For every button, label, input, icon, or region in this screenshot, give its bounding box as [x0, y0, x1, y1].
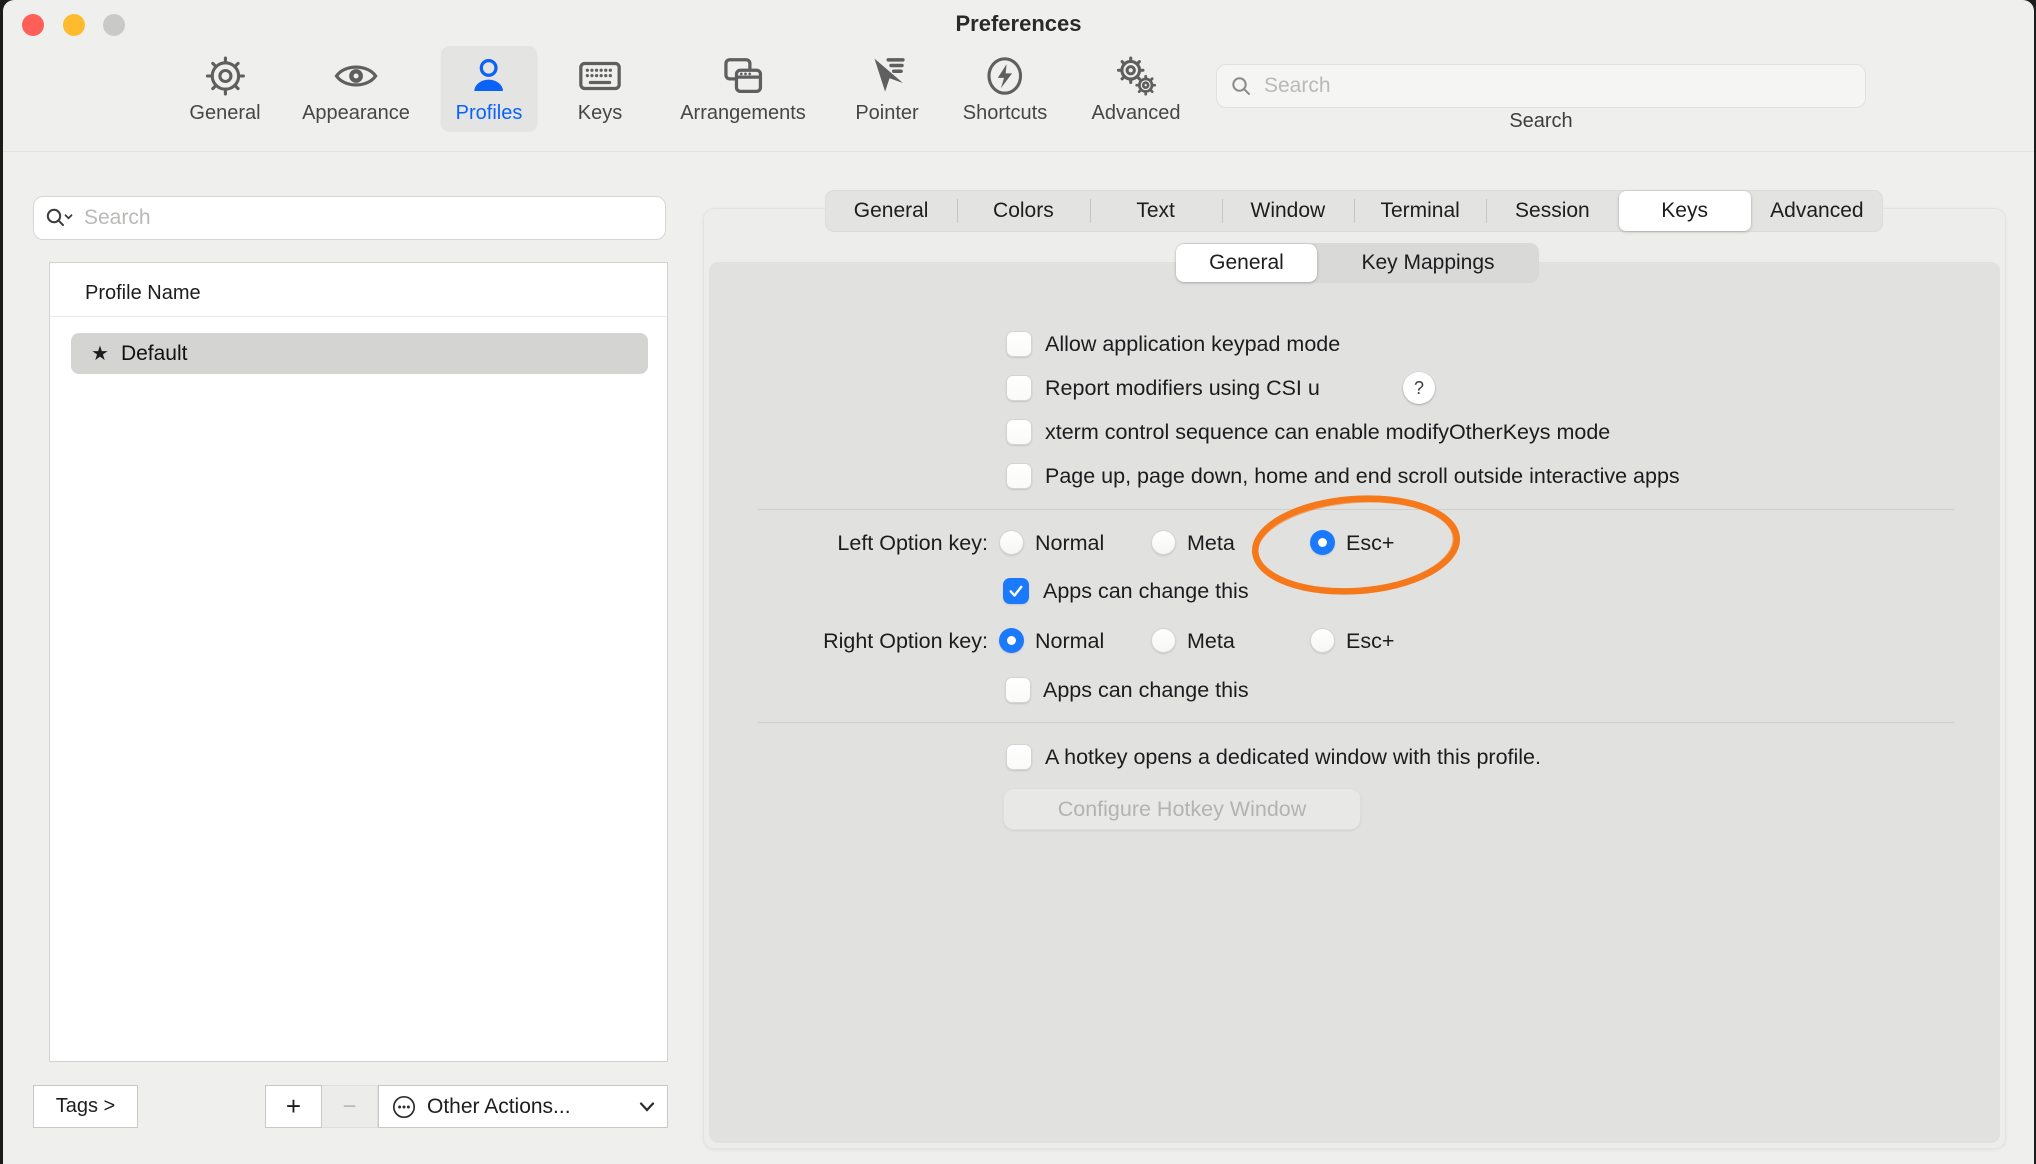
toolbar-label: Advanced — [1092, 102, 1181, 125]
radio-label: Meta — [1187, 531, 1235, 556]
left-option-normal-radio[interactable] — [999, 530, 1024, 555]
person-icon — [466, 53, 512, 99]
tab-keys[interactable]: Keys — [1619, 191, 1751, 231]
toolbar-label: Pointer — [855, 102, 918, 125]
radio-label: Esc+ — [1346, 629, 1394, 654]
search-icon — [1229, 74, 1253, 98]
minus-icon: − — [342, 1093, 356, 1121]
toolbar-item-profiles[interactable]: Profiles — [441, 46, 538, 132]
subtab-general[interactable]: General — [1176, 244, 1317, 282]
toolbar-item-arrangements[interactable]: Arrangements — [665, 46, 821, 132]
checkbox-label: Page up, page down, home and end scroll … — [1045, 464, 1680, 489]
gear-icon — [202, 53, 248, 99]
checkbox-label: Report modifiers using CSI u — [1045, 376, 1320, 401]
checkbox-label: Apps can change this — [1043, 579, 1249, 604]
hotkey-window-checkbox[interactable] — [1006, 744, 1032, 770]
toolbar-search-input[interactable] — [1262, 73, 1853, 99]
toolbar-label: General — [189, 102, 260, 125]
add-profile-button[interactable]: + — [265, 1085, 322, 1128]
checkbox-csi-u[interactable] — [1006, 375, 1032, 401]
toolbar-item-shortcuts[interactable]: Shortcuts — [948, 46, 1062, 132]
checkbox-page-scroll[interactable] — [1006, 463, 1032, 489]
tab-colors[interactable]: Colors — [957, 190, 1089, 232]
section-divider — [758, 509, 1954, 510]
toolbar-label: Keys — [578, 102, 622, 125]
right-option-normal-radio[interactable] — [999, 628, 1024, 653]
tab-session[interactable]: Session — [1486, 190, 1618, 232]
right-option-key-label: Right Option key: — [703, 629, 988, 654]
help-button[interactable]: ? — [1403, 372, 1435, 404]
search-scope-icon — [44, 206, 74, 230]
add-remove-group: + − — [265, 1085, 378, 1128]
left-option-key-label: Left Option key: — [703, 531, 988, 556]
toolbar-item-pointer[interactable]: Pointer — [840, 46, 933, 132]
right-apps-can-change-checkbox[interactable] — [1005, 677, 1031, 703]
plus-icon: + — [286, 1091, 301, 1122]
ellipsis-circle-icon — [391, 1094, 417, 1120]
toolbar-item-keys[interactable]: Keys — [562, 46, 638, 132]
tab-text[interactable]: Text — [1090, 190, 1222, 232]
windows-icon — [720, 53, 766, 99]
gears-icon — [1113, 53, 1159, 99]
profile-search-input[interactable] — [82, 205, 655, 231]
toolbar-label: Arrangements — [680, 102, 806, 125]
left-apps-can-change-checkbox[interactable] — [1003, 578, 1029, 604]
profile-search-field[interactable] — [33, 196, 666, 240]
checkbox-label: A hotkey opens a dedicated window with t… — [1045, 745, 1541, 770]
checkbox-modify-other-keys[interactable] — [1006, 419, 1032, 445]
remove-profile-button[interactable]: − — [322, 1085, 378, 1128]
star-icon: ★ — [91, 341, 109, 366]
right-option-meta-radio[interactable] — [1151, 628, 1176, 653]
tab-terminal[interactable]: Terminal — [1354, 190, 1486, 232]
preferences-window: Preferences General Appearance P — [3, 0, 2034, 1164]
toolbar-divider — [3, 151, 2034, 152]
radio-label: Normal — [1035, 531, 1104, 556]
toolbar-search-label: Search — [1216, 110, 1866, 133]
checkbox-label: Allow application keypad mode — [1045, 332, 1340, 357]
profile-list-header: Profile Name — [50, 263, 667, 305]
chevron-down-icon — [639, 1102, 655, 1112]
keys-subtab-bar: General Key Mappings — [1176, 243, 1539, 283]
eye-icon — [333, 53, 379, 99]
profile-list[interactable]: Profile Name ★ Default — [49, 262, 668, 1062]
profile-name: Default — [121, 342, 188, 366]
radio-label: Meta — [1187, 629, 1235, 654]
tags-button-label: Tags > — [56, 1095, 115, 1118]
keyboard-icon — [577, 53, 623, 99]
radio-label: Normal — [1035, 629, 1104, 654]
other-actions-dropdown[interactable]: Other Actions... — [378, 1085, 668, 1128]
radio-label: Esc+ — [1346, 531, 1394, 556]
profile-tab-bar: General Colors Text Window Terminal Sess… — [825, 190, 1883, 232]
toolbar-label: Profiles — [456, 102, 523, 125]
toolbar-search-field[interactable] — [1216, 64, 1866, 108]
cursor-icon — [864, 53, 910, 99]
lightning-icon — [982, 53, 1028, 99]
right-option-esc-radio[interactable] — [1310, 628, 1335, 653]
left-option-esc-radio[interactable] — [1310, 530, 1335, 555]
left-option-meta-radio[interactable] — [1151, 530, 1176, 555]
checkbox-keypad-mode[interactable] — [1006, 331, 1032, 357]
check-icon — [1007, 582, 1025, 600]
toolbar-label: Shortcuts — [963, 102, 1047, 125]
checkbox-label: xterm control sequence can enable modify… — [1045, 420, 1610, 445]
subtab-key-mappings[interactable]: Key Mappings — [1317, 243, 1539, 283]
tab-general[interactable]: General — [825, 190, 957, 232]
tags-button[interactable]: Tags > — [33, 1085, 138, 1128]
toolbar-item-general[interactable]: General — [174, 46, 275, 132]
section-divider — [758, 722, 1954, 723]
toolbar-item-appearance[interactable]: Appearance — [287, 46, 425, 132]
keys-tab-content — [709, 262, 2000, 1143]
configure-hotkey-window-button[interactable]: Configure Hotkey Window — [1003, 788, 1361, 830]
list-header-divider — [50, 316, 667, 317]
profile-row-default[interactable]: ★ Default — [71, 333, 648, 374]
other-actions-label: Other Actions... — [427, 1095, 639, 1119]
tab-window[interactable]: Window — [1222, 190, 1354, 232]
toolbar-label: Appearance — [302, 102, 410, 125]
window-title: Preferences — [3, 11, 2034, 37]
tab-advanced[interactable]: Advanced — [1751, 190, 1883, 232]
toolbar-item-advanced[interactable]: Advanced — [1077, 46, 1196, 132]
checkbox-label: Apps can change this — [1043, 678, 1249, 703]
